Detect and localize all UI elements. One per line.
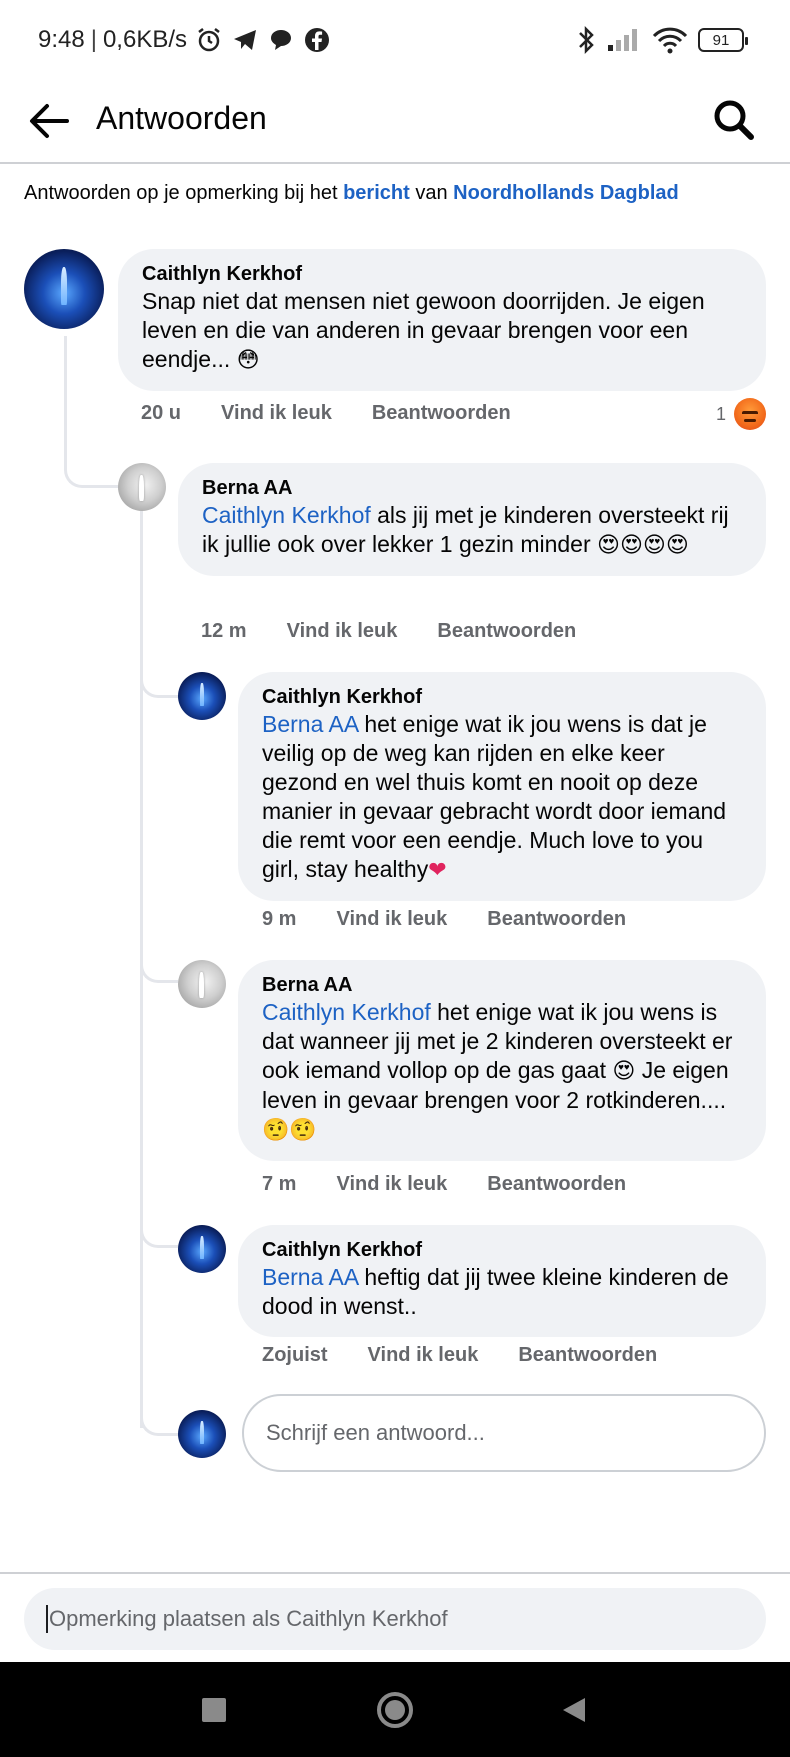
comment-actions: 9 m Vind ik leuk Beantwoorden	[262, 908, 666, 931]
reply-button[interactable]: Beantwoorden	[372, 402, 511, 425]
reaction-summary[interactable]: 1	[716, 398, 766, 430]
chat-icon	[271, 30, 291, 50]
comment-author[interactable]: Berna AA	[202, 475, 742, 501]
app-header: Antwoorden	[0, 80, 790, 164]
comment-time: 7 m	[262, 1173, 297, 1195]
avatar[interactable]	[178, 1225, 226, 1273]
comment-time: 9 m	[262, 908, 297, 930]
avatar[interactable]	[178, 672, 226, 720]
mention-link[interactable]: Caithlyn Kerkhof	[202, 502, 371, 528]
wifi-icon	[652, 27, 688, 54]
bluetooth-icon	[579, 25, 594, 55]
emoji: 😳	[236, 348, 260, 373]
thread-connector	[140, 650, 178, 698]
signal-icon	[608, 29, 637, 51]
comment-time: Zojuist	[262, 1344, 328, 1366]
like-button[interactable]: Vind ik leuk	[336, 908, 447, 931]
thread-connector	[140, 1200, 178, 1248]
comment-bubble: Berna AA Caithlyn Kerkhof als jij met je…	[178, 463, 766, 576]
composer-bar: Opmerking plaatsen als Caithlyn Kerkhof	[0, 1572, 790, 1662]
reply-button[interactable]: Beantwoorden	[487, 908, 626, 931]
like-button[interactable]: Vind ik leuk	[287, 620, 398, 643]
clock: 9:48	[38, 26, 85, 53]
emoji: ❤	[428, 858, 447, 883]
network-speed: 0,6KB/s	[102, 26, 187, 53]
like-button[interactable]: Vind ik leuk	[368, 1344, 479, 1367]
comment-text: Snap niet dat mensen niet gewoon doorrij…	[142, 288, 705, 373]
angry-reaction-icon	[734, 398, 766, 430]
system-nav-bar	[0, 1662, 790, 1757]
recents-button[interactable]	[190, 1686, 238, 1734]
avatar[interactable]	[118, 463, 166, 511]
status-bar: 9:48 | 0,6KB/s 91	[0, 0, 790, 80]
page-title: Antwoorden	[96, 100, 267, 136]
facebook-icon	[305, 28, 329, 52]
text-caret	[46, 1605, 48, 1633]
telegram-icon	[234, 30, 256, 50]
comment-actions: 12 m Vind ik leuk Beantwoorden	[201, 620, 616, 643]
page-link[interactable]: Noordhollands Dagblad	[453, 182, 679, 204]
comment-composer-input[interactable]: Opmerking plaatsen als Caithlyn Kerkhof	[24, 1588, 766, 1650]
arrow-left-icon	[30, 104, 69, 138]
emoji: 😍	[612, 1059, 636, 1084]
avatar	[178, 1410, 226, 1458]
comment-time: 20 u	[141, 402, 182, 424]
thread-connector	[140, 1388, 178, 1436]
reply-input[interactable]: Schrijf een antwoord...	[242, 1394, 766, 1472]
like-button[interactable]: Vind ik leuk	[336, 1173, 447, 1196]
comment-text: Berna AA heftig dat jij twee kleine kind…	[262, 1264, 729, 1319]
alarm-icon	[198, 28, 220, 52]
home-button[interactable]	[371, 1686, 419, 1734]
context-line: Antwoorden op je opmerking bij het beric…	[24, 182, 679, 204]
thread-connector	[140, 935, 178, 983]
battery-icon: 91	[698, 28, 748, 52]
avatar[interactable]	[178, 960, 226, 1008]
reply-button[interactable]: Beantwoorden	[437, 620, 576, 643]
comment-actions: Zojuist Vind ik leuk Beantwoorden	[262, 1344, 697, 1367]
mention-link[interactable]: Caithlyn Kerkhof	[262, 999, 431, 1025]
triangle-back-icon	[563, 1698, 585, 1722]
comment-actions: 20 u Vind ik leuk Beantwoorden	[141, 402, 551, 425]
composer-placeholder: Opmerking plaatsen als Caithlyn Kerkhof	[49, 1606, 448, 1631]
comment-time: 12 m	[201, 620, 247, 642]
comment-bubble: Caithlyn Kerkhof Snap niet dat mensen ni…	[118, 249, 766, 391]
mention-link[interactable]: Berna AA	[262, 1264, 358, 1290]
comment-text: Berna AA het enige wat ik jou wens is da…	[262, 711, 727, 883]
comment-text: Caithlyn Kerkhof als jij met je kinderen…	[202, 502, 729, 558]
comment-author[interactable]: Caithlyn Kerkhof	[142, 261, 742, 287]
like-button[interactable]: Vind ik leuk	[221, 402, 332, 425]
home-circle-icon	[377, 1692, 413, 1728]
comment-bubble: Berna AA Caithlyn Kerkhof het enige wat …	[238, 960, 766, 1161]
reply-placeholder: Schrijf een antwoord...	[266, 1420, 485, 1445]
reply-button[interactable]: Beantwoorden	[518, 1344, 657, 1367]
search-button[interactable]	[708, 94, 760, 146]
back-nav-button[interactable]	[550, 1686, 598, 1734]
thread-connector	[64, 336, 120, 488]
post-link[interactable]: bericht	[343, 182, 410, 204]
emoji: 🤨🤨	[262, 1118, 317, 1143]
square-icon	[202, 1698, 226, 1722]
avatar[interactable]	[24, 249, 104, 329]
back-button[interactable]	[24, 96, 74, 146]
emoji: 😍😍😍😍	[597, 533, 689, 558]
comment-author[interactable]: Caithlyn Kerkhof	[262, 1237, 742, 1263]
comment-actions: 7 m Vind ik leuk Beantwoorden	[262, 1173, 666, 1196]
comment-author[interactable]: Caithlyn Kerkhof	[262, 684, 742, 710]
reply-button[interactable]: Beantwoorden	[487, 1173, 626, 1196]
comment-author[interactable]: Berna AA	[262, 972, 742, 998]
comment-text: Caithlyn Kerkhof het enige wat ik jou we…	[262, 999, 733, 1143]
reaction-count: 1	[715, 403, 726, 424]
comment-bubble: Caithlyn Kerkhof Berna AA heftig dat jij…	[238, 1225, 766, 1337]
comment-bubble: Caithlyn Kerkhof Berna AA het enige wat …	[238, 672, 766, 901]
mention-link[interactable]: Berna AA	[262, 711, 358, 737]
search-icon	[714, 100, 754, 140]
